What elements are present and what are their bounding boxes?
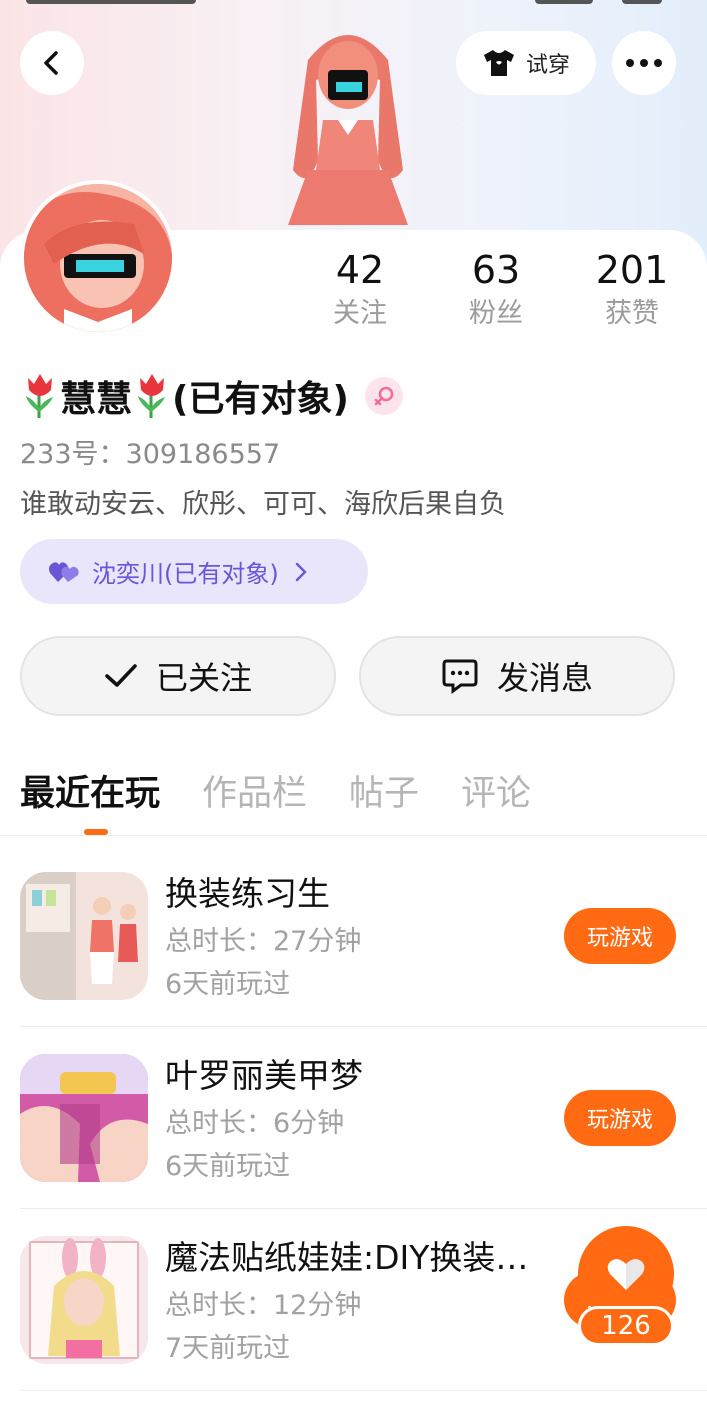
user-id: 233号：309186557 — [20, 439, 281, 470]
send-message-label: 发消息 — [496, 659, 593, 697]
like-button[interactable]: 126 — [578, 1226, 674, 1346]
user-bio: 谁敢动安云、欣彤、可可、海欣后果自负 — [20, 489, 506, 520]
game-title: 魔法贴纸娃娃:DIY换装… — [165, 1238, 529, 1277]
double-heart-icon — [49, 561, 79, 582]
row-divider — [20, 1390, 707, 1391]
nickname: 慧慧 (已有对象) — [20, 368, 403, 424]
stat-fans[interactable]: 63 粉丝 — [426, 248, 566, 334]
tulip-icon — [138, 374, 166, 418]
more-dots-icon — [626, 59, 662, 67]
tab-works[interactable]: 作品栏 — [202, 766, 307, 826]
list-item[interactable]: 换装练习生 总时长：27分钟 6天前玩过 玩游戏 — [0, 836, 707, 1018]
like-count: 126 — [578, 1306, 674, 1346]
followed-label: 已关注 — [155, 659, 252, 697]
heart-icon — [607, 1259, 645, 1290]
stat-likes[interactable]: 201 获赞 — [562, 248, 702, 334]
tulip-icon — [26, 374, 53, 418]
back-button[interactable] — [20, 31, 84, 95]
game-duration: 总时长：27分钟 — [165, 926, 362, 957]
stat-fans-value: 63 — [471, 248, 521, 292]
game-duration: 总时长：12分钟 — [165, 1290, 362, 1321]
check-icon — [105, 664, 137, 687]
stat-following-value: 42 — [335, 248, 385, 292]
play-game-button[interactable]: 玩游戏 — [564, 908, 676, 964]
game-thumbnail — [20, 872, 148, 1000]
stat-following[interactable]: 42 关注 — [290, 248, 430, 334]
play-game-button[interactable]: 玩游戏 — [564, 1090, 676, 1146]
game-last-played: 7天前玩过 — [165, 1333, 291, 1364]
status-bar — [0, 0, 707, 6]
tab-posts[interactable]: 帖子 — [349, 766, 419, 826]
tab-recently-played[interactable]: 最近在玩 — [20, 766, 160, 826]
more-options-button[interactable] — [612, 31, 676, 95]
game-duration: 总时长：6分钟 — [165, 1108, 345, 1139]
chevron-right-icon — [295, 562, 307, 581]
send-message-button[interactable]: 发消息 — [359, 636, 675, 716]
game-thumbnail — [20, 1054, 148, 1182]
game-last-played: 6天前玩过 — [165, 1151, 291, 1182]
chat-bubble-icon — [442, 659, 478, 694]
profile-tabs: 最近在玩 作品栏 帖子 评论 — [20, 766, 531, 826]
partner-badge[interactable]: 沈奕川(已有对象) — [20, 539, 368, 604]
profile-stats: 42 关注 63 粉丝 201 获赞 — [290, 248, 690, 338]
game-title: 叶罗丽美甲梦 — [165, 1056, 363, 1095]
nickname-suffix: (已有对象) — [172, 379, 349, 420]
avatar[interactable] — [20, 180, 176, 336]
game-thumbnail — [20, 1236, 148, 1364]
stat-fans-label: 粉丝 — [469, 298, 523, 329]
stat-following-label: 关注 — [333, 298, 387, 329]
followed-button[interactable]: 已关注 — [20, 636, 336, 716]
try-on-button[interactable]: 试穿 — [456, 31, 596, 95]
avatar-illustration — [24, 184, 172, 332]
partner-name: 沈奕川(已有对象) — [92, 560, 279, 588]
stat-likes-value: 201 — [595, 248, 669, 292]
tab-comments[interactable]: 评论 — [461, 766, 531, 826]
try-on-label: 试穿 — [525, 53, 570, 78]
game-title: 换装练习生 — [165, 874, 330, 913]
character-figure — [288, 35, 408, 225]
stat-likes-label: 获赞 — [605, 298, 659, 329]
tshirt-icon — [483, 50, 514, 76]
list-item[interactable]: 叶罗丽美甲梦 总时长：6分钟 6天前玩过 玩游戏 — [0, 1018, 707, 1200]
chevron-left-icon — [44, 51, 58, 75]
game-last-played: 6天前玩过 — [165, 969, 291, 1000]
nickname-text: 慧慧 — [60, 379, 133, 420]
female-gender-icon — [364, 377, 403, 415]
